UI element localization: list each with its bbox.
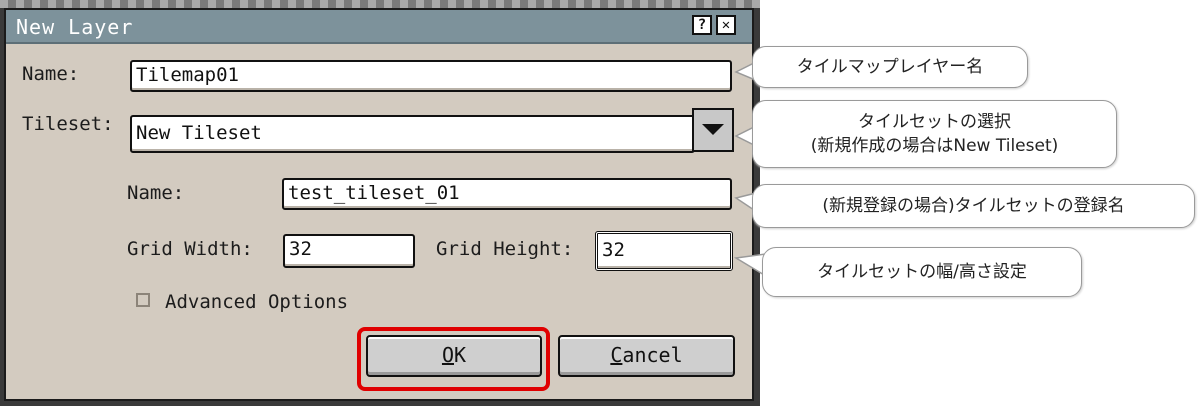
callout-grid-size: タイルセットの幅/高さ設定	[762, 247, 1082, 297]
ok-mnemonic: O	[441, 343, 454, 367]
advanced-options-label[interactable]: Advanced Options	[165, 291, 348, 313]
callout-tileset-name-text: (新規登録の場合)タイルセットの登録名	[822, 196, 1125, 216]
dialog-title: New Layer	[16, 15, 134, 39]
callout-grid-size-text: タイルセットの幅/高さ設定	[817, 262, 1027, 282]
cancel-mnemonic: C	[610, 343, 623, 367]
grid-height-label: Grid Height:	[436, 238, 574, 260]
ok-button[interactable]: OK	[366, 335, 542, 377]
checkered-backdrop	[0, 0, 760, 8]
tileset-name-input[interactable]: test_tileset_01	[282, 178, 732, 210]
close-button[interactable]: ✕	[716, 15, 736, 35]
grid-width-input[interactable]: 32	[283, 234, 415, 268]
grid-width-label: Grid Width:	[127, 238, 253, 260]
cancel-label-rest: ancel	[622, 343, 683, 367]
tileset-dropdown-button[interactable]	[692, 108, 734, 152]
help-button[interactable]: ?	[692, 15, 712, 35]
callout-tileset-select-line2: (新規作成の場合はNew Tileset)	[810, 136, 1059, 156]
callout-layer-name: タイルマップレイヤー名	[752, 46, 1028, 88]
callout-layer-name-text: タイルマップレイヤー名	[796, 57, 984, 77]
grid-height-input[interactable]: 32	[595, 231, 733, 271]
chevron-down-icon	[702, 124, 724, 135]
cancel-button[interactable]: Cancel	[558, 335, 735, 377]
callout-tileset-name: (新規登録の場合)タイルセットの登録名	[752, 184, 1195, 228]
advanced-options-checkbox[interactable]	[136, 293, 150, 307]
tileset-name-label: Name:	[127, 182, 185, 204]
callout-tileset-select: タイルセットの選択 (新規作成の場合はNew Tileset)	[752, 100, 1117, 168]
layer-name-input[interactable]: Tilemap01	[130, 60, 732, 92]
callout-tileset-select-line1: タイルセットの選択	[858, 112, 1011, 132]
layer-name-label: Name:	[22, 63, 80, 85]
dialog-titlebar[interactable]: New Layer ? ✕	[6, 10, 752, 44]
tileset-select[interactable]: New Tileset	[130, 115, 695, 153]
ok-label-rest: K	[454, 343, 467, 367]
tileset-label: Tileset:	[22, 113, 114, 135]
